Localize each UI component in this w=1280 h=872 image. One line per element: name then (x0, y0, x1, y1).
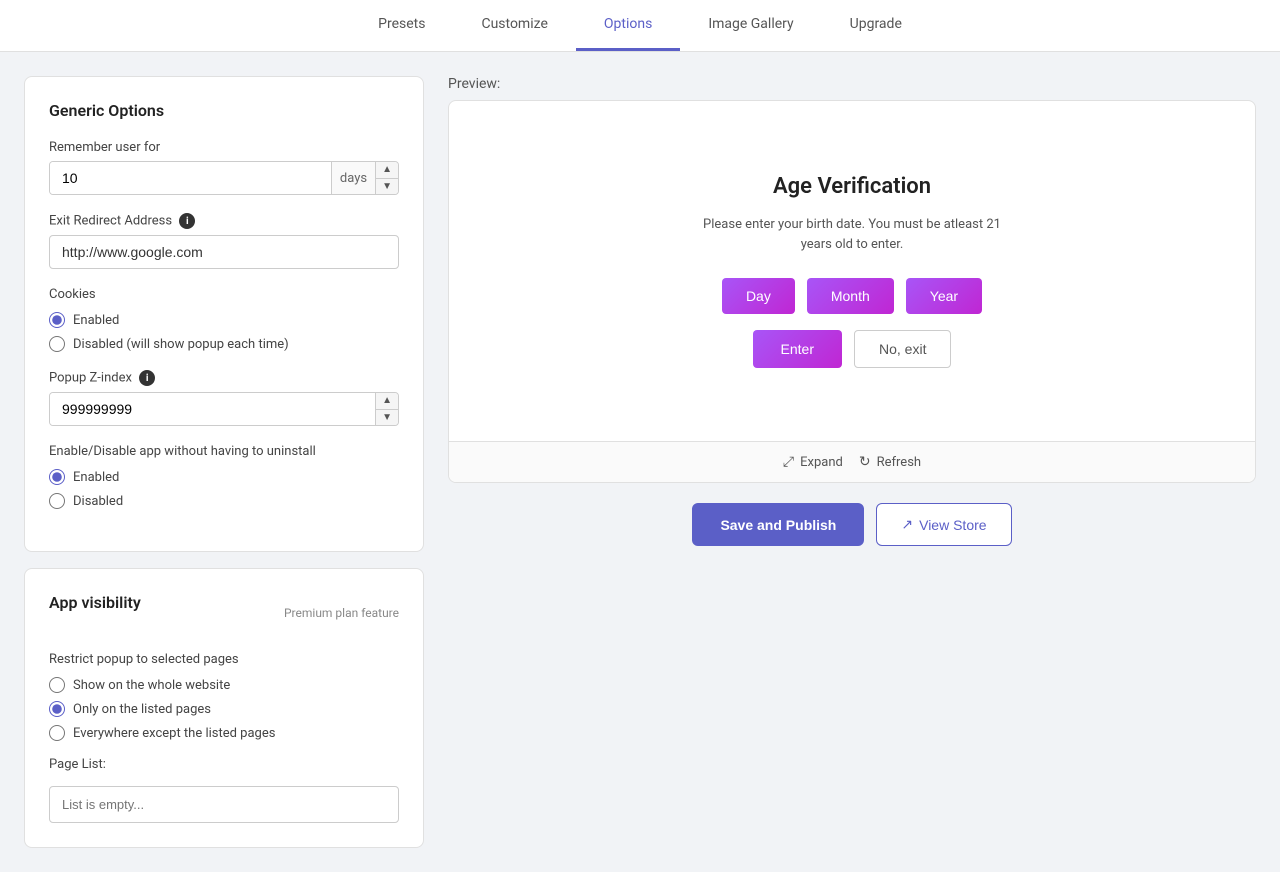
except-pages-label: Everywhere except the listed pages (73, 726, 275, 741)
remember-user-up[interactable]: ▲ (376, 162, 398, 179)
app-enabled-radio[interactable] (49, 469, 65, 485)
tab-upgrade[interactable]: Upgrade (822, 0, 930, 51)
expand-icon: ⤢ (783, 454, 794, 470)
age-verification-widget: Age Verification Please enter your birth… (692, 174, 1012, 368)
enter-button[interactable]: Enter (753, 330, 842, 368)
day-button[interactable]: Day (722, 278, 795, 314)
bottom-actions: Save and Publish ↗ View Store (448, 503, 1256, 546)
cookies-enabled-option[interactable]: Enabled (49, 312, 399, 328)
view-store-button[interactable]: ↗ View Store (876, 503, 1011, 546)
app-visibility-card: App visibility Premium plan feature Rest… (24, 568, 424, 848)
left-panel: Generic Options Remember user for 10 day… (24, 76, 424, 848)
cookies-label: Cookies (49, 287, 399, 302)
exit-redirect-label: Exit Redirect Address i (49, 213, 399, 229)
popup-zindex-info-icon[interactable]: i (139, 370, 155, 386)
cookies-radio-group: Enabled Disabled (will show popup each t… (49, 312, 399, 352)
app-disabled-label: Disabled (73, 494, 123, 509)
expand-action[interactable]: ⤢ Expand (783, 454, 843, 470)
popup-zindex-group: Popup Z-index i 999999999 ▲ ▼ (49, 370, 399, 426)
remember-user-spinner: 10 days ▲ ▼ (49, 161, 399, 195)
app-enabled-option[interactable]: Enabled (49, 469, 399, 485)
generic-options-card: Generic Options Remember user for 10 day… (24, 76, 424, 552)
app-visibility-header: App visibility Premium plan feature (49, 593, 399, 632)
top-navigation: Presets Customize Options Image Gallery … (0, 0, 1280, 52)
app-visibility-title: App visibility (49, 593, 141, 612)
tab-image-gallery[interactable]: Image Gallery (680, 0, 821, 51)
cookies-disabled-option[interactable]: Disabled (will show popup each time) (49, 336, 399, 352)
page-list-label: Page List: (49, 757, 399, 772)
popup-zindex-up[interactable]: ▲ (376, 393, 398, 410)
cookies-enabled-radio[interactable] (49, 312, 65, 328)
listed-pages-label: Only on the listed pages (73, 702, 211, 717)
refresh-label: Refresh (877, 455, 921, 470)
cookies-enabled-label: Enabled (73, 313, 119, 328)
exit-redirect-input[interactable]: http://www.google.com (49, 235, 399, 269)
whole-website-option[interactable]: Show on the whole website (49, 677, 399, 693)
except-pages-radio[interactable] (49, 725, 65, 741)
tab-options[interactable]: Options (576, 0, 680, 51)
popup-zindex-input[interactable]: 999999999 (50, 393, 375, 425)
age-verification-title: Age Verification (692, 174, 1012, 199)
preview-footer: ⤢ Expand ↻ Refresh (449, 441, 1255, 482)
premium-badge: Premium plan feature (284, 606, 399, 620)
restrict-label: Restrict popup to selected pages (49, 652, 399, 667)
whole-website-label: Show on the whole website (73, 678, 230, 693)
no-exit-button[interactable]: No, exit (854, 330, 951, 368)
remember-user-spinners: ▲ ▼ (375, 162, 398, 194)
age-verification-desc: Please enter your birth date. You must b… (692, 215, 1012, 254)
remember-user-suffix: days (331, 162, 375, 194)
cookies-disabled-label: Disabled (will show popup each time) (73, 337, 289, 352)
listed-pages-option[interactable]: Only on the listed pages (49, 701, 399, 717)
external-link-icon: ↗ (901, 516, 913, 533)
enable-disable-label: Enable/Disable app without having to uni… (49, 444, 399, 459)
popup-zindex-down[interactable]: ▼ (376, 410, 398, 426)
generic-options-title: Generic Options (49, 101, 399, 120)
popup-zindex-label: Popup Z-index i (49, 370, 399, 386)
tab-presets[interactable]: Presets (350, 0, 453, 51)
exit-redirect-group: Exit Redirect Address i http://www.googl… (49, 213, 399, 269)
preview-inner: Age Verification Please enter your birth… (449, 101, 1255, 441)
refresh-action[interactable]: ↻ Refresh (859, 454, 921, 470)
month-button[interactable]: Month (807, 278, 894, 314)
preview-label: Preview: (448, 76, 1256, 92)
enable-disable-group: Enable/Disable app without having to uni… (49, 444, 399, 509)
except-pages-option[interactable]: Everywhere except the listed pages (49, 725, 399, 741)
remember-user-group: Remember user for 10 days ▲ ▼ (49, 140, 399, 195)
remember-user-input[interactable]: 10 (50, 162, 331, 194)
view-store-label: View Store (919, 517, 986, 533)
age-selectors: Day Month Year (692, 278, 1012, 314)
right-panel: Preview: Age Verification Please enter y… (448, 76, 1256, 848)
refresh-icon: ↻ (859, 454, 871, 470)
age-actions: Enter No, exit (692, 330, 1012, 368)
whole-website-radio[interactable] (49, 677, 65, 693)
tab-customize[interactable]: Customize (453, 0, 575, 51)
enable-disable-radio-group: Enabled Disabled (49, 469, 399, 509)
preview-container: Age Verification Please enter your birth… (448, 100, 1256, 483)
year-button[interactable]: Year (906, 278, 982, 314)
cookies-group: Cookies Enabled Disabled (will show popu… (49, 287, 399, 352)
popup-zindex-spinners: ▲ ▼ (375, 393, 398, 425)
remember-user-label: Remember user for (49, 140, 399, 155)
popup-zindex-spinner: 999999999 ▲ ▼ (49, 392, 399, 426)
app-enabled-label: Enabled (73, 470, 119, 485)
app-disabled-option[interactable]: Disabled (49, 493, 399, 509)
main-content: Generic Options Remember user for 10 day… (0, 52, 1280, 872)
app-disabled-radio[interactable] (49, 493, 65, 509)
visibility-radio-group: Show on the whole website Only on the li… (49, 677, 399, 741)
remember-user-down[interactable]: ▼ (376, 179, 398, 195)
expand-label: Expand (800, 455, 843, 470)
page-list-input[interactable] (49, 786, 399, 823)
exit-redirect-info-icon[interactable]: i (179, 213, 195, 229)
save-publish-button[interactable]: Save and Publish (692, 503, 864, 546)
listed-pages-radio[interactable] (49, 701, 65, 717)
cookies-disabled-radio[interactable] (49, 336, 65, 352)
